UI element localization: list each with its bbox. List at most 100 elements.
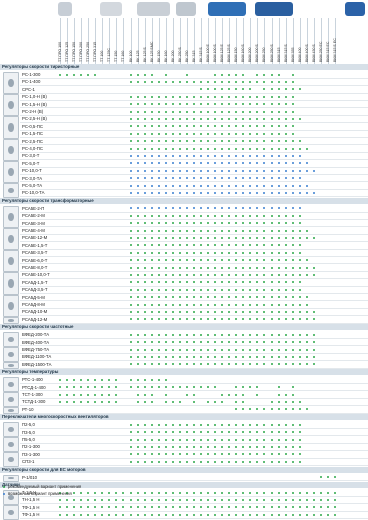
recommended-mark — [200, 311, 202, 314]
recommended-mark — [87, 499, 90, 502]
recommended-mark — [94, 73, 97, 76]
recommended-mark — [298, 499, 301, 502]
recommended-mark — [221, 401, 224, 404]
recommended-mark — [143, 244, 146, 247]
possible-mark — [305, 162, 308, 165]
recommended-mark — [249, 423, 252, 426]
recommended-mark — [129, 214, 132, 217]
recommended-mark — [164, 311, 167, 314]
recommended-mark — [192, 356, 195, 359]
recommended-mark — [270, 408, 273, 411]
recommended-mark — [164, 438, 167, 441]
recommended-mark — [143, 140, 146, 143]
possible-mark — [164, 184, 167, 187]
recommended-mark — [263, 356, 266, 359]
table-row: РСА5Д-10-М — [0, 308, 368, 316]
recommended-mark — [143, 266, 146, 269]
recommended-mark — [108, 393, 111, 396]
recommended-mark — [235, 506, 238, 509]
column-header: ВКМ 250 ЕС — [318, 41, 323, 62]
recommended-mark — [312, 274, 315, 277]
recommended-mark — [312, 237, 315, 240]
recommended-mark — [136, 95, 139, 98]
recommended-mark — [235, 431, 238, 434]
recommended-mark — [298, 423, 301, 426]
column-header: ТТ ПРО 200 — [79, 41, 84, 62]
row-divider — [20, 412, 368, 414]
recommended-mark — [326, 513, 329, 516]
recommended-mark — [221, 229, 224, 232]
recommended-mark — [277, 229, 280, 232]
recommended-mark — [228, 147, 231, 150]
recommended-mark — [291, 103, 294, 106]
recommended-mark — [214, 251, 217, 254]
recommended-mark — [178, 259, 181, 262]
recommended-mark — [228, 222, 231, 225]
recommended-mark — [291, 95, 294, 98]
possible-mark — [242, 177, 245, 180]
recommended-mark — [284, 88, 287, 91]
recommended-mark — [171, 460, 174, 463]
recommended-mark — [171, 251, 174, 254]
recommended-mark — [136, 460, 139, 463]
recommended-mark — [242, 386, 245, 389]
recommended-mark — [136, 348, 139, 351]
recommended-mark — [221, 118, 224, 121]
recommended-mark — [200, 251, 202, 254]
recommended-mark — [256, 460, 259, 463]
recommended-mark — [235, 95, 238, 98]
recommended-mark — [305, 348, 308, 351]
recommended-mark — [263, 281, 266, 284]
recommended-mark — [249, 222, 252, 225]
recommended-mark — [192, 333, 195, 336]
row-divider — [20, 367, 368, 369]
table-row: РС-2,5-ПС — [0, 138, 368, 145]
recommended-mark — [136, 110, 139, 113]
recommended-mark — [256, 363, 259, 366]
recommended-mark — [221, 95, 224, 98]
recommended-mark — [129, 386, 132, 389]
recommended-mark — [200, 356, 202, 359]
recommended-mark — [207, 386, 210, 389]
recommended-mark — [235, 244, 238, 247]
recommended-mark — [249, 81, 252, 84]
recommended-mark — [129, 110, 132, 113]
recommended-mark — [157, 386, 160, 389]
recommended-mark — [94, 513, 97, 516]
possible-mark — [305, 192, 308, 195]
recommended-mark — [263, 110, 266, 113]
recommended-mark — [143, 274, 146, 277]
device-photo-icon — [3, 347, 19, 362]
recommended-mark — [207, 453, 210, 456]
recommended-mark — [305, 341, 308, 344]
recommended-mark — [263, 214, 266, 217]
possible-mark — [298, 162, 301, 165]
recommended-mark — [256, 499, 259, 502]
possible-mark — [192, 207, 195, 210]
recommended-mark — [200, 499, 202, 502]
table-row: ВФЕД-1100-ТА — [0, 353, 368, 361]
recommended-mark — [73, 378, 76, 381]
possible-mark — [221, 162, 224, 165]
possible-mark — [214, 177, 217, 180]
recommended-mark — [291, 446, 294, 449]
recommended-mark — [256, 453, 259, 456]
recommended-mark — [284, 229, 287, 232]
recommended-mark — [185, 431, 188, 434]
recommended-mark — [207, 318, 210, 321]
recommended-mark — [192, 229, 195, 232]
possible-mark — [129, 184, 132, 187]
table-row: РТС-1-400 — [0, 376, 368, 384]
recommended-mark — [150, 311, 153, 314]
recommended-mark — [164, 423, 167, 426]
recommended-mark — [157, 363, 160, 366]
recommended-mark — [129, 453, 132, 456]
recommended-mark — [143, 378, 146, 381]
recommended-mark — [277, 288, 280, 291]
table-row: П2-1-300 — [0, 443, 368, 451]
recommended-mark — [256, 408, 259, 411]
recommended-mark — [263, 341, 266, 344]
recommended-mark — [150, 386, 153, 389]
recommended-mark — [298, 460, 301, 463]
possible-mark — [270, 162, 273, 165]
